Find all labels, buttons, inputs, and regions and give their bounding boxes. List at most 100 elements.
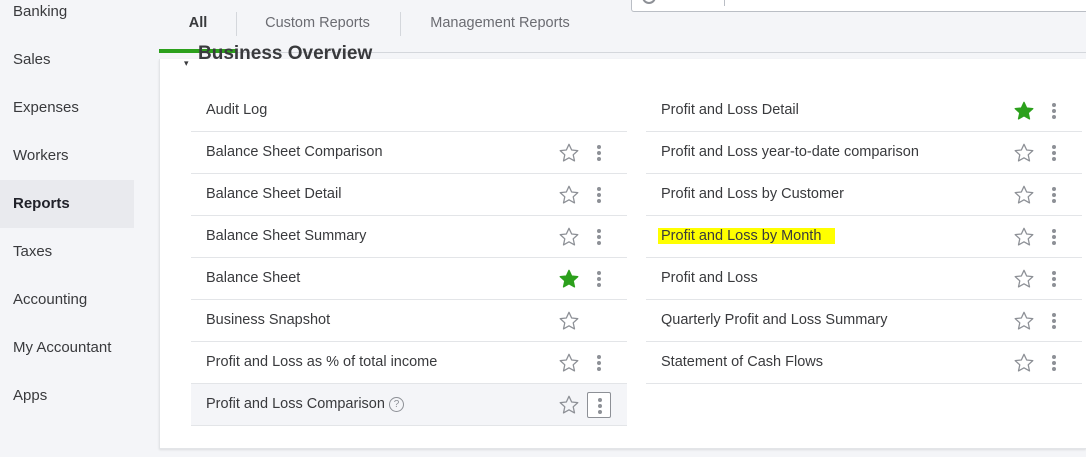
star-outline-icon[interactable] [1013,310,1035,332]
report-row[interactable]: Balance Sheet Comparison [191,132,627,174]
kebab-dot [597,277,601,281]
star-outline-icon[interactable] [558,184,580,206]
more-options-icon[interactable] [1042,98,1066,124]
report-link[interactable]: Business Snapshot [206,312,330,328]
star-outline-icon[interactable] [558,142,580,164]
kebab-dot [1052,115,1056,119]
nav-item-accounting[interactable]: Accounting [0,276,134,324]
kebab-dot [1052,367,1056,371]
nav-item-expenses[interactable]: Expenses [0,84,134,132]
kebab-dot [1052,355,1056,359]
kebab-dot [1052,277,1056,281]
more-options-icon[interactable] [1042,308,1066,334]
more-options-icon[interactable] [587,224,611,250]
kebab-dot [597,193,601,197]
kebab-dot [597,145,601,149]
star-outline-icon[interactable] [1013,352,1035,374]
report-link[interactable]: Profit and Loss year-to-date comparison [661,144,919,160]
nav-item-workers[interactable]: Workers [0,132,134,180]
report-link[interactable]: Balance Sheet Detail [206,186,341,202]
tab-divider [236,12,237,36]
kebab-dot [597,199,601,203]
kebab-dot [598,410,602,414]
report-row[interactable]: Business Snapshot [191,300,627,342]
star-outline-icon[interactable] [1013,226,1035,248]
report-row[interactable]: Profit and Loss by Month [646,216,1082,258]
report-link[interactable]: Balance Sheet Comparison [206,144,383,160]
report-row[interactable]: Audit Log [191,90,627,132]
nav-item-my-accountant[interactable]: My Accountant [0,324,134,372]
star-outline-icon[interactable] [558,352,580,374]
star-outline-icon[interactable] [1013,268,1035,290]
more-options-icon[interactable] [1042,224,1066,250]
left-nav-sidebar: Banking Sales Expenses Workers Reports T… [0,0,134,457]
report-link[interactable]: Profit and Loss by Month [658,228,836,244]
star-filled-icon[interactable] [1013,100,1035,122]
nav-item-banking[interactable]: Banking [0,0,134,36]
kebab-dot [597,367,601,371]
kebab-dot [597,241,601,245]
more-options-icon[interactable] [1042,140,1066,166]
report-search-input[interactable] [631,0,1086,12]
more-options-icon[interactable] [587,266,611,292]
kebab-dot [1052,145,1056,149]
report-list-left: Audit Log Balance Sheet Comparison Balance… [191,90,627,426]
report-link[interactable]: Balance Sheet Summary [206,228,366,244]
report-row[interactable]: Balance Sheet [191,258,627,300]
star-outline-icon[interactable] [1013,142,1035,164]
report-row[interactable]: Profit and Loss Comparison? [191,384,627,426]
report-link[interactable]: Statement of Cash Flows [661,354,823,370]
report-link[interactable]: Balance Sheet [206,270,300,286]
kebab-dot [597,271,601,275]
kebab-dot [1052,229,1056,233]
report-row[interactable]: Profit and Loss [646,258,1082,300]
kebab-dot [1052,313,1056,317]
business-overview-panel: ▾ Business Overview Audit Log Balance She… [159,43,1086,449]
report-link[interactable]: Profit and Loss Comparison [206,396,385,412]
kebab-dot [597,151,601,155]
more-options-icon[interactable] [587,392,611,418]
nav-item-taxes[interactable]: Taxes [0,228,134,276]
kebab-dot [1052,199,1056,203]
star-outline-icon[interactable] [558,226,580,248]
more-options-icon[interactable] [587,182,611,208]
star-outline-icon[interactable] [1013,184,1035,206]
kebab-dot [597,283,601,287]
report-link[interactable]: Quarterly Profit and Loss Summary [661,312,887,328]
kebab-dot [1052,271,1056,275]
nav-item-apps[interactable]: Apps [0,372,134,420]
report-link[interactable]: Audit Log [206,102,267,118]
report-row[interactable]: Profit and Loss by Customer [646,174,1082,216]
star-outline-icon[interactable] [558,394,580,416]
star-outline-icon[interactable] [558,310,580,332]
report-list-right: Profit and Loss Detail Profit and Loss ye… [646,90,1082,384]
star-filled-icon[interactable] [558,268,580,290]
report-row[interactable]: Balance Sheet Summary [191,216,627,258]
section-title[interactable]: Business Overview [198,43,372,65]
more-options-icon[interactable] [587,350,611,376]
report-row[interactable]: Profit and Loss as % of total income [191,342,627,384]
more-options-icon[interactable] [1042,182,1066,208]
kebab-dot [1052,109,1056,113]
report-row[interactable]: Balance Sheet Detail [191,174,627,216]
nav-item-reports[interactable]: Reports [0,180,134,228]
collapse-caret-icon[interactable]: ▾ [184,58,189,69]
report-row[interactable]: Profit and Loss Detail [646,90,1082,132]
report-link[interactable]: Profit and Loss Detail [661,102,799,118]
report-row[interactable]: Profit and Loss year-to-date comparison [646,132,1082,174]
tab-management-reports[interactable]: Management Reports [415,0,585,53]
report-row[interactable]: Statement of Cash Flows [646,342,1082,384]
more-options-icon[interactable] [587,140,611,166]
kebab-dot [1052,151,1056,155]
kebab-dot [597,361,601,365]
report-link[interactable]: Profit and Loss as % of total income [206,354,437,370]
more-options-icon[interactable] [1042,266,1066,292]
help-icon[interactable]: ? [389,397,404,412]
tab-divider [400,12,401,36]
reports-main: All Custom Reports Management Reports ▾ … [159,0,1086,457]
report-row[interactable]: Quarterly Profit and Loss Summary [646,300,1082,342]
nav-item-sales[interactable]: Sales [0,36,134,84]
more-options-icon[interactable] [1042,350,1066,376]
report-link[interactable]: Profit and Loss by Customer [661,186,844,202]
report-link[interactable]: Profit and Loss [661,270,758,286]
